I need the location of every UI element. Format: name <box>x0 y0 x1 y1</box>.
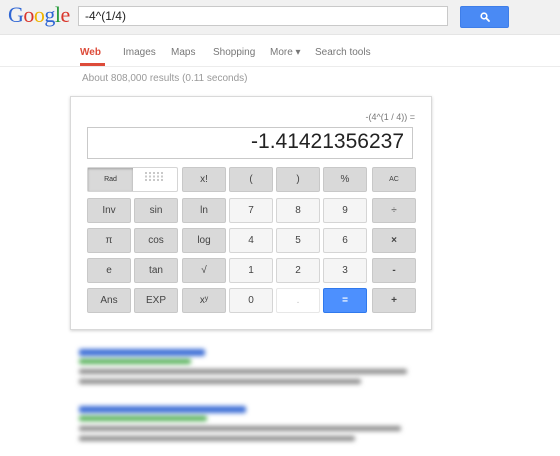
power-key[interactable]: xʸ <box>182 288 226 313</box>
result-snippet <box>79 369 407 374</box>
ln-key[interactable]: ln <box>182 198 226 223</box>
calculator-card: -(4^(1 / 4)) = -1.41421356237 Rad x! ( )… <box>70 96 432 330</box>
digit-5-key[interactable]: 5 <box>276 228 320 253</box>
search-input[interactable]: -4^(1/4) <box>78 6 448 26</box>
result-snippet <box>79 379 361 384</box>
digit-4-key[interactable]: 4 <box>229 228 273 253</box>
log-key[interactable]: log <box>182 228 226 253</box>
calculator-display: -1.41421356237 <box>87 127 413 159</box>
result-title[interactable] <box>79 406 246 413</box>
multiply-key[interactable]: × <box>372 228 416 253</box>
result-snippet <box>79 436 355 441</box>
google-logo[interactable]: Google <box>8 2 70 28</box>
percent-key[interactable]: % <box>323 167 367 192</box>
divide-key[interactable]: ÷ <box>372 198 416 223</box>
tab-shopping[interactable]: Shopping <box>213 47 255 58</box>
equals-key[interactable]: = <box>323 288 367 313</box>
factorial-key[interactable]: x! <box>182 167 226 192</box>
result-url[interactable] <box>79 359 191 364</box>
minus-key[interactable]: - <box>372 258 416 283</box>
digit-0-key[interactable]: 0 <box>229 288 273 313</box>
result-snippet <box>79 426 401 431</box>
cos-key[interactable]: cos <box>134 228 178 253</box>
search-icon <box>480 12 490 22</box>
calculator-result: -1.41421356237 <box>251 130 404 153</box>
search-button[interactable] <box>460 6 509 28</box>
rad-button[interactable]: Rad <box>88 168 133 191</box>
digit-1-key[interactable]: 1 <box>229 258 273 283</box>
digit-6-key[interactable]: 6 <box>323 228 367 253</box>
result-url[interactable] <box>79 416 207 421</box>
tab-web[interactable]: Web <box>80 47 101 58</box>
exp-key[interactable]: EXP <box>134 288 178 313</box>
deg-button[interactable] <box>133 168 177 191</box>
decimal-key[interactable]: . <box>276 288 320 313</box>
clear-key[interactable]: AC <box>372 167 416 192</box>
result-stats: About 808,000 results (0.11 seconds) <box>82 73 248 84</box>
close-paren-key[interactable]: ) <box>276 167 320 192</box>
inv-key[interactable]: Inv <box>87 198 131 223</box>
open-paren-key[interactable]: ( <box>229 167 273 192</box>
calculator-expression: -(4^(1 / 4)) = <box>365 112 415 122</box>
digit-9-key[interactable]: 9 <box>323 198 367 223</box>
tab-more[interactable]: More ▾ <box>270 47 301 58</box>
digit-3-key[interactable]: 3 <box>323 258 367 283</box>
logo-letter: o <box>23 2 34 27</box>
search-tabs: Web Images Maps Shopping More ▾ Search t… <box>0 34 560 67</box>
active-tab-indicator <box>80 63 105 66</box>
tab-images[interactable]: Images <box>123 47 156 58</box>
logo-letter: e <box>60 2 71 27</box>
sqrt-key[interactable]: √ <box>182 258 226 283</box>
logo-letter: o <box>33 2 45 27</box>
digit-7-key[interactable]: 7 <box>229 198 273 223</box>
tan-key[interactable]: tan <box>134 258 178 283</box>
logo-letter: G <box>8 2 24 27</box>
tab-maps[interactable]: Maps <box>171 47 195 58</box>
plus-key[interactable]: + <box>372 288 416 313</box>
digit-8-key[interactable]: 8 <box>276 198 320 223</box>
sin-key[interactable]: sin <box>134 198 178 223</box>
tab-search-tools[interactable]: Search tools <box>315 47 371 58</box>
result-title[interactable] <box>79 349 205 356</box>
logo-letter: g <box>44 2 55 27</box>
pi-key[interactable]: π <box>87 228 131 253</box>
deg-dots-icon <box>145 172 163 181</box>
rad-deg-toggle[interactable]: Rad <box>87 167 178 192</box>
digit-2-key[interactable]: 2 <box>276 258 320 283</box>
e-key[interactable]: e <box>87 258 131 283</box>
top-bar: Google -4^(1/4) <box>0 0 560 35</box>
ans-key[interactable]: Ans <box>87 288 131 313</box>
